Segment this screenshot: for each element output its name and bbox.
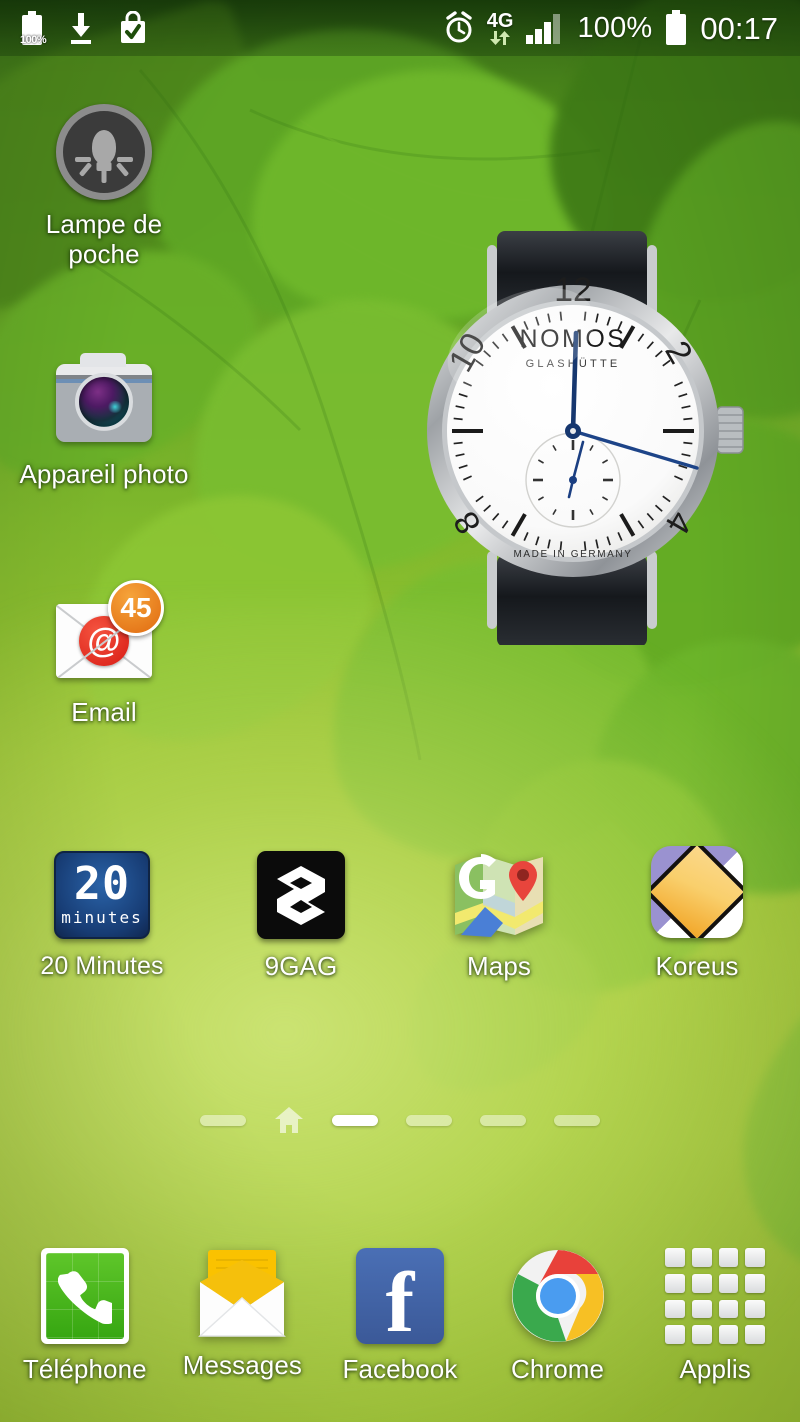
google-maps-icon — [451, 851, 547, 939]
20minutes-subtitle: minutes — [61, 907, 143, 927]
app-icon-camera[interactable]: Appareil photo — [19, 353, 188, 489]
app-icon-20minutes[interactable]: 20 minutes 20 Minutes — [22, 846, 182, 981]
battery-full-icon — [666, 10, 687, 45]
camera-icon — [56, 353, 152, 442]
battery-saver-icon: 100% — [20, 11, 47, 46]
dock-label-chrome: Chrome — [511, 1354, 605, 1384]
app-drawer-grid-icon — [665, 1248, 766, 1344]
battery-percent-label: 100% — [577, 11, 653, 44]
download-icon — [71, 13, 91, 44]
status-bar[interactable]: 100% 4G 100% 00:17 — [0, 0, 800, 56]
9gag-icon — [257, 851, 345, 939]
app-icon-koreus[interactable]: Koreus — [617, 846, 777, 981]
data-transfer-arrows-icon — [490, 31, 511, 45]
flashlight-icon — [56, 104, 152, 200]
dock-label-phone: Téléphone — [22, 1354, 147, 1384]
dock: Téléphone Messages f Facebook Chrome App… — [0, 1222, 800, 1422]
page-dot-0[interactable] — [200, 1114, 246, 1126]
network-type-label: 4G — [486, 10, 514, 32]
alarm-clock-icon — [446, 11, 472, 43]
chrome-icon — [510, 1248, 606, 1344]
dock-label-apps: Applis — [679, 1354, 751, 1384]
koreus-icon — [651, 846, 743, 938]
dock-item-facebook[interactable]: f Facebook — [325, 1248, 475, 1385]
status-bar-clock: 00:17 — [700, 10, 778, 46]
app-icon-9gag[interactable]: 9GAG — [221, 846, 381, 981]
app-label-camera: Appareil photo — [19, 459, 189, 489]
page-dot-4[interactable] — [554, 1114, 600, 1126]
page-dot-active[interactable] — [332, 1114, 378, 1126]
app-icon-maps[interactable]: Maps — [419, 846, 579, 981]
page-dot-3[interactable] — [480, 1114, 526, 1126]
messages-envelope-icon — [194, 1248, 290, 1340]
home-screen: 12 2 4 8 10 NOMOS GLASHÜTTE MADE IN GERM… — [0, 0, 800, 1422]
app-label-flashlight: Lampe de poche — [45, 209, 163, 269]
app-icon-flashlight[interactable]: Lampe de poche — [24, 104, 184, 269]
phone-icon — [40, 1248, 129, 1344]
nomos-watch-widget[interactable]: 12 2 4 8 10 NOMOS GLASHÜTTE MADE IN GERM… — [425, 225, 785, 647]
dock-item-phone[interactable]: Téléphone — [10, 1248, 160, 1385]
app-icon-email[interactable]: @ 45 Email — [24, 580, 184, 727]
page-dot-2[interactable] — [406, 1114, 452, 1126]
facebook-f-glyph: f — [385, 1254, 415, 1351]
app-label-maps: Maps — [467, 951, 531, 981]
facebook-icon: f — [355, 1248, 444, 1351]
dock-item-messages[interactable]: Messages — [167, 1248, 317, 1381]
play-store-bag-icon — [121, 11, 145, 43]
dock-item-chrome[interactable]: Chrome — [483, 1248, 633, 1385]
app-label-email: Email — [71, 697, 137, 727]
page-indicator[interactable] — [0, 1100, 800, 1140]
signal-bars-icon — [526, 14, 561, 44]
20minutes-icon: 20 minutes — [54, 851, 150, 939]
battery-saver-label: 100% — [20, 34, 47, 46]
20minutes-digits: 20 — [73, 857, 131, 911]
svg-text:MADE IN GERMANY: MADE IN GERMANY — [513, 549, 632, 560]
dock-label-facebook: Facebook — [342, 1354, 458, 1384]
app-label-20minutes: 20 Minutes — [40, 952, 164, 980]
app-label-koreus: Koreus — [655, 951, 739, 981]
app-label-9gag: 9GAG — [264, 951, 338, 981]
email-unread-badge: 45 — [108, 580, 164, 636]
dock-label-messages: Messages — [182, 1350, 303, 1380]
network-type-indicator: 4G — [486, 10, 514, 45]
home-icon[interactable] — [274, 1106, 304, 1134]
dock-item-apps[interactable]: Applis — [640, 1248, 790, 1385]
